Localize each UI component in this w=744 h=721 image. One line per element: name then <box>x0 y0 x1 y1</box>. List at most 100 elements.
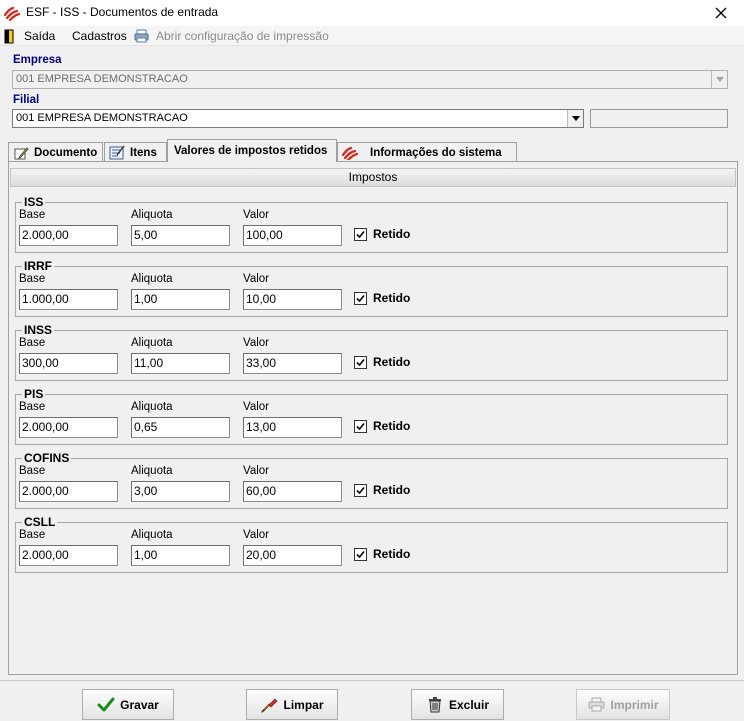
valor-label: Valor <box>243 401 269 413</box>
printer-icon <box>587 696 605 714</box>
aliquota-label: Aliquota <box>131 529 173 541</box>
valor-input[interactable]: 100,00 <box>243 225 342 246</box>
tab-informacoes-sistema[interactable]: Informações do sistema <box>337 142 517 162</box>
tab-valores-label: Valores de impostos retidos <box>174 145 328 157</box>
trash-icon <box>426 696 444 714</box>
tab-informacoes-label: Informações do sistema <box>370 146 502 159</box>
retido-checkbox[interactable] <box>354 548 367 561</box>
limpar-button[interactable]: Limpar <box>246 689 338 720</box>
gravar-button[interactable]: Gravar <box>82 689 174 720</box>
button-bar: Gravar Limpar Excluir Imprimir <box>0 680 744 721</box>
imprimir-button[interactable]: Imprimir <box>576 689 670 720</box>
retido-label: Retido <box>373 291 411 305</box>
base-input[interactable]: 1.000,00 <box>19 289 118 310</box>
excluir-button[interactable]: Excluir <box>411 689 504 720</box>
printer-icon <box>134 28 150 44</box>
chevron-down-icon[interactable] <box>567 110 583 127</box>
retido-checkbox[interactable] <box>354 356 367 369</box>
menu-saida[interactable]: Saída <box>4 28 55 44</box>
tab-documento-label: Documento <box>34 146 98 159</box>
retido-checkbox[interactable] <box>354 484 367 497</box>
base-input[interactable]: 2.000,00 <box>19 417 118 438</box>
aliquota-input[interactable]: 0,65 <box>131 417 230 438</box>
valor-input[interactable]: 60,00 <box>243 481 342 502</box>
retido-checkbox[interactable] <box>354 420 367 433</box>
app-logo-icon <box>342 145 358 161</box>
tab-itens[interactable]: Itens <box>104 142 167 162</box>
valor-input[interactable]: 13,00 <box>243 417 342 438</box>
aliquota-input[interactable]: 1,00 <box>131 289 230 310</box>
tax-name: IRRF <box>22 259 54 273</box>
menu-cadastros[interactable]: Cadastros <box>72 28 127 44</box>
tax-group-cofins: COFINS Base Aliquota Valor 2.000,00 3,00… <box>15 451 728 509</box>
valor-label: Valor <box>243 273 269 285</box>
menu-print-config-label: Abrir configuração de impressão <box>156 29 329 43</box>
valor-label: Valor <box>243 337 269 349</box>
aliquota-input[interactable]: 11,00 <box>131 353 230 374</box>
filial-extra-field <box>590 109 728 128</box>
pencil-icon <box>13 145 29 161</box>
tab-page-valores: Impostos ISS Base Aliquota Valor 2.000,0… <box>8 161 738 675</box>
valor-input[interactable]: 33,00 <box>243 353 342 374</box>
tab-documento[interactable]: Documento <box>8 142 103 162</box>
checkmark-icon <box>97 696 115 714</box>
valor-label: Valor <box>243 209 269 221</box>
menu-print-config[interactable]: Abrir configuração de impressão <box>134 28 329 44</box>
valor-label: Valor <box>243 529 269 541</box>
exit-door-icon <box>4 28 18 44</box>
valor-input[interactable]: 10,00 <box>243 289 342 310</box>
menu-saida-label: Saída <box>24 29 56 43</box>
app-window: ESF - ISS - Documentos de entrada Saída … <box>0 0 744 721</box>
aliquota-label: Aliquota <box>131 337 173 349</box>
aliquota-label: Aliquota <box>131 273 173 285</box>
base-label: Base <box>19 209 46 221</box>
aliquota-input[interactable]: 1,00 <box>131 545 230 566</box>
title-bar: ESF - ISS - Documentos de entrada <box>0 0 744 26</box>
base-input[interactable]: 2.000,00 <box>19 481 118 502</box>
tax-group-pis: PIS Base Aliquota Valor 2.000,00 0,65 13… <box>15 387 728 445</box>
base-label: Base <box>19 401 46 413</box>
filial-select[interactable]: 001 EMPRESA DEMONSTRACAO <box>12 109 584 128</box>
tax-name: ISS <box>22 195 46 209</box>
retido-checkbox[interactable] <box>354 292 367 305</box>
retido-label: Retido <box>373 483 411 497</box>
base-label: Base <box>19 465 46 477</box>
empresa-value: 001 EMPRESA DEMONSTRACAO <box>16 73 188 85</box>
empresa-label: Empresa <box>13 54 62 66</box>
section-header-impostos: Impostos <box>10 168 736 187</box>
limpar-label: Limpar <box>283 697 324 712</box>
retido-label: Retido <box>373 227 411 241</box>
tax-group-csll: CSLL Base Aliquota Valor 2.000,00 1,00 2… <box>15 515 728 573</box>
base-label: Base <box>19 529 46 541</box>
retido-label: Retido <box>373 355 411 369</box>
imprimir-label: Imprimir <box>610 697 659 712</box>
base-label: Base <box>19 337 46 349</box>
eraser-brush-icon <box>260 696 278 714</box>
aliquota-input[interactable]: 5,00 <box>131 225 230 246</box>
base-input[interactable]: 2.000,00 <box>19 545 118 566</box>
tax-name: PIS <box>22 387 46 401</box>
tab-valores-impostos-retidos[interactable]: Valores de impostos retidos <box>167 139 337 162</box>
retido-label: Retido <box>373 547 411 561</box>
retido-checkbox[interactable] <box>354 228 367 241</box>
chevron-down-icon[interactable] <box>711 71 727 88</box>
aliquota-label: Aliquota <box>131 465 173 477</box>
tax-name: COFINS <box>22 451 72 465</box>
base-input[interactable]: 300,00 <box>19 353 118 374</box>
window-title: ESF - ISS - Documentos de entrada <box>26 5 219 19</box>
valor-label: Valor <box>243 465 269 477</box>
base-input[interactable]: 2.000,00 <box>19 225 118 246</box>
checklist-icon <box>109 145 125 161</box>
base-label: Base <box>19 273 46 285</box>
aliquota-input[interactable]: 3,00 <box>131 481 230 502</box>
empresa-select[interactable]: 001 EMPRESA DEMONSTRACAO <box>12 70 728 89</box>
valor-input[interactable]: 20,00 <box>243 545 342 566</box>
close-icon[interactable] <box>702 2 740 24</box>
tax-group-inss: INSS Base Aliquota Valor 300,00 11,00 33… <box>15 323 728 381</box>
aliquota-label: Aliquota <box>131 401 173 413</box>
menu-bar: Saída Cadastros Abrir configuração de im… <box>0 26 744 46</box>
menu-cadastros-label: Cadastros <box>72 29 127 43</box>
app-logo-icon <box>3 5 21 22</box>
excluir-label: Excluir <box>448 697 490 712</box>
gravar-label: Gravar <box>120 697 159 712</box>
